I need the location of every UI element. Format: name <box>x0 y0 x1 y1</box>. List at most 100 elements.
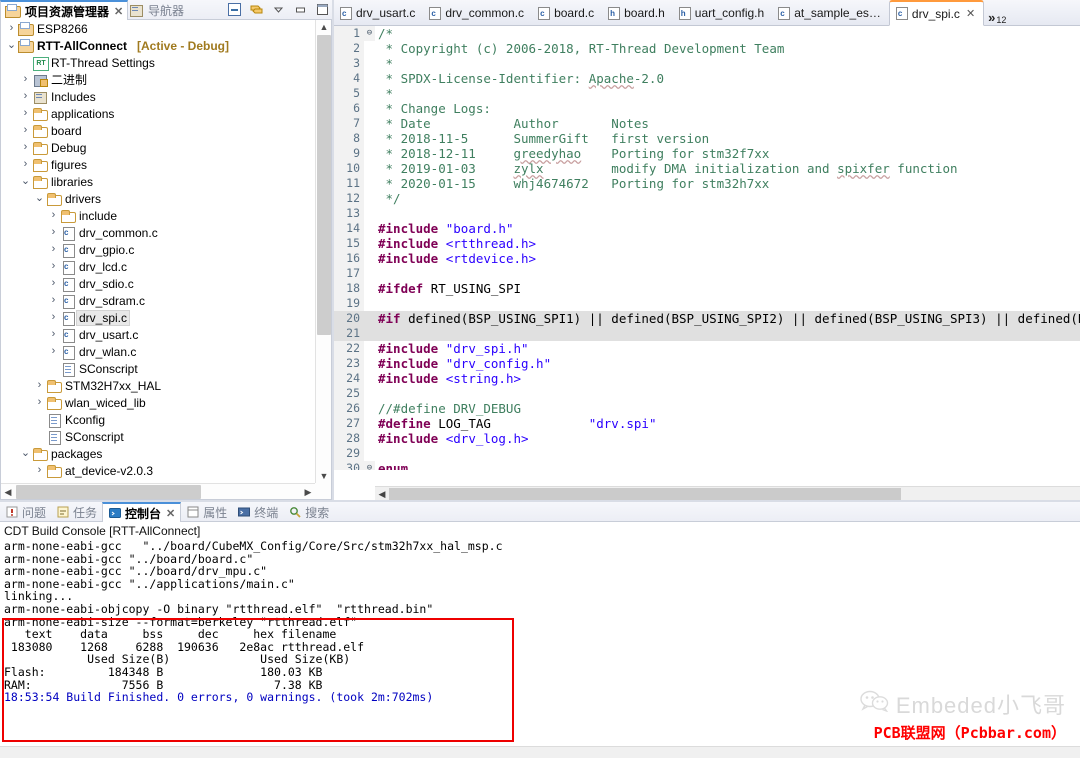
tree-horizontal-scrollbar[interactable]: ◀ ▶ <box>1 483 315 499</box>
tree-item-drv_gpio.c[interactable]: › drv_gpio.c <box>1 241 315 258</box>
chevron-down-icon[interactable]: ⌄ <box>33 193 46 204</box>
editor-horizontal-scrollbar[interactable]: ◀ <box>375 486 1080 500</box>
tree-item-debug[interactable]: › Debug <box>1 139 315 156</box>
chevron-down-icon[interactable]: ⌄ <box>19 448 32 459</box>
tree-item-drv_usart.c[interactable]: › drv_usart.c <box>1 326 315 343</box>
editor-tab-uart_config.h[interactable]: h uart_config.h <box>673 0 772 26</box>
scroll-right-icon[interactable]: ▶ <box>301 484 315 499</box>
code-line[interactable]: 9 * 2018-12-11 greedyhao Porting for stm… <box>334 146 1080 161</box>
code-line[interactable]: 20 #if defined(BSP_USING_SPI1) || defined… <box>334 311 1080 326</box>
view-menu-icon[interactable] <box>271 2 286 17</box>
tree-item-drv_common.c[interactable]: › drv_common.c <box>1 224 315 241</box>
maximize-icon[interactable] <box>315 2 330 17</box>
code-line[interactable]: 19 <box>334 296 1080 311</box>
link-with-editor-icon[interactable] <box>249 2 264 17</box>
tree-item-kconfig[interactable]: Kconfig <box>1 411 315 428</box>
code-line[interactable]: 14 #include "board.h" <box>334 221 1080 236</box>
chevron-right-icon[interactable]: › <box>47 227 60 238</box>
code-line[interactable]: 18 #ifdef RT_USING_SPI <box>334 281 1080 296</box>
chevron-right-icon[interactable]: › <box>47 278 60 289</box>
fold-toggle-icon[interactable]: ⊖ <box>364 461 375 470</box>
editor-tab-overflow-button[interactable]: » 12 <box>984 0 1012 26</box>
console-output[interactable]: arm-none-eabi-gcc "../board/CubeMX_Confi… <box>4 540 1080 758</box>
close-icon[interactable]: ✕ <box>114 5 123 18</box>
chevron-right-icon[interactable]: › <box>47 312 60 323</box>
console-tab-problems[interactable]: 问题 <box>0 502 51 522</box>
tree-item-packages[interactable]: ⌄ packages <box>1 445 315 462</box>
code-line[interactable]: 15 #include <rtthread.h> <box>334 236 1080 251</box>
chevron-right-icon[interactable]: › <box>47 210 60 221</box>
chevron-right-icon[interactable]: › <box>19 125 32 136</box>
chevron-down-icon[interactable]: ⌄ <box>5 40 18 51</box>
code-line[interactable]: 29 <box>334 446 1080 461</box>
tab-project-explorer[interactable]: 项目资源管理器 ✕ <box>0 0 129 20</box>
tab-navigator[interactable]: 导航器 <box>124 0 188 20</box>
chevron-right-icon[interactable]: › <box>33 465 46 476</box>
chevron-right-icon[interactable]: › <box>33 397 46 408</box>
code-line[interactable]: 21 <box>334 326 1080 341</box>
tree-item-libraries[interactable]: ⌄ libraries <box>1 173 315 190</box>
chevron-right-icon[interactable]: › <box>47 295 60 306</box>
close-icon[interactable]: ✕ <box>166 507 175 520</box>
tree-item-sconscript[interactable]: SConscript <box>1 428 315 445</box>
code-line[interactable]: 11 * 2020-01-15 whj4674672 Porting for s… <box>334 176 1080 191</box>
scroll-up-icon[interactable]: ▲ <box>316 20 331 34</box>
tree-vscroll-thumb[interactable] <box>317 35 331 335</box>
code-line[interactable]: 24 #include <string.h> <box>334 371 1080 386</box>
code-line[interactable]: 22 #include "drv_spi.h" <box>334 341 1080 356</box>
code-line[interactable]: 8 * 2018-11-5 SummerGift first version <box>334 131 1080 146</box>
tree-item-applications[interactable]: › applications <box>1 105 315 122</box>
editor-hscroll-thumb[interactable] <box>389 488 901 500</box>
tree-item-drv_wlan.c[interactable]: › drv_wlan.c <box>1 343 315 360</box>
tree-item-wlan_wiced_lib[interactable]: › wlan_wiced_lib <box>1 394 315 411</box>
code-line[interactable]: 26 //#define DRV_DEBUG <box>334 401 1080 416</box>
code-line[interactable]: 4 * SPDX-License-Identifier: Apache-2.0 <box>334 71 1080 86</box>
code-line[interactable]: 7 * Date Author Notes <box>334 116 1080 131</box>
tree-item-rtt-allconnect[interactable]: ⌄ RTT-AllConnect [Active - Debug] <box>1 37 315 54</box>
collapse-all-icon[interactable] <box>227 2 242 17</box>
tree-item-drv_sdio.c[interactable]: › drv_sdio.c <box>1 275 315 292</box>
tree-vertical-scrollbar[interactable]: ▲ ▼ <box>315 20 331 483</box>
tree-item-board[interactable]: › board <box>1 122 315 139</box>
tree-item-drv_sdram.c[interactable]: › drv_sdram.c <box>1 292 315 309</box>
scroll-left-icon[interactable]: ◀ <box>1 484 15 499</box>
tree-item-include[interactable]: › include <box>1 207 315 224</box>
tree-item-at_device-v2.0.3[interactable]: › at_device-v2.0.3 <box>1 462 315 479</box>
chevron-right-icon[interactable]: › <box>33 380 46 391</box>
chevron-right-icon[interactable]: › <box>5 23 18 34</box>
tree-item-drv_spi.c[interactable]: › drv_spi.c <box>1 309 315 326</box>
tree-item-stm32h7xx_hal[interactable]: › STM32H7xx_HAL <box>1 377 315 394</box>
editor-scroll-left-icon[interactable]: ◀ <box>375 487 389 501</box>
code-line[interactable]: 6 * Change Logs: <box>334 101 1080 116</box>
code-line[interactable]: 23 #include "drv_config.h" <box>334 356 1080 371</box>
chevron-right-icon[interactable]: › <box>19 74 32 85</box>
code-line[interactable]: 2 * Copyright (c) 2006-2018, RT-Thread D… <box>334 41 1080 56</box>
code-line[interactable]: 25 <box>334 386 1080 401</box>
fold-toggle-icon[interactable]: ⊖ <box>364 26 375 41</box>
code-line[interactable]: 5 * <box>334 86 1080 101</box>
code-line[interactable]: 1 ⊖/* <box>334 26 1080 41</box>
chevron-down-icon[interactable]: ⌄ <box>19 176 32 187</box>
tree-hscroll-thumb[interactable] <box>16 485 201 499</box>
editor-tab-drv_spi.c[interactable]: c drv_spi.c ✕ <box>888 0 985 26</box>
tree-item-[interactable]: › 二进制 <box>1 71 315 88</box>
code-line[interactable]: 16 #include <rtdevice.h> <box>334 251 1080 266</box>
chevron-right-icon[interactable]: › <box>47 244 60 255</box>
project-tree[interactable]: › ESP8266 ⌄ RTT-AllConnect [Active - Debug] R… <box>1 20 315 483</box>
tree-item-sconscript[interactable]: SConscript <box>1 360 315 377</box>
tree-item-esp8266[interactable]: › ESP8266 <box>1 20 315 37</box>
code-line[interactable]: 3 * <box>334 56 1080 71</box>
chevron-right-icon[interactable]: › <box>19 91 32 102</box>
editor-tab-board.h[interactable]: h board.h <box>602 0 673 26</box>
console-tab-search[interactable]: 搜索 <box>283 502 334 522</box>
chevron-right-icon[interactable]: › <box>47 346 60 357</box>
code-line[interactable]: 12 */ <box>334 191 1080 206</box>
console-tab-console[interactable]: 控制台 ✕ <box>102 502 182 522</box>
code-line[interactable]: 10 * 2019-01-03 zylx modify DMA initiali… <box>334 161 1080 176</box>
source-editor-drv-spi-c[interactable]: 1 ⊖/* 2 * Copyright (c) 2006-2018, RT-Thre… <box>334 26 1080 500</box>
tree-item-drivers[interactable]: ⌄ drivers <box>1 190 315 207</box>
tree-item-figures[interactable]: › figures <box>1 156 315 173</box>
chevron-right-icon[interactable]: › <box>19 108 32 119</box>
tree-item-rt-threadsettings[interactable]: RT-Thread Settings <box>1 54 315 71</box>
editor-tab-drv_common.c[interactable]: c drv_common.c <box>423 0 532 26</box>
